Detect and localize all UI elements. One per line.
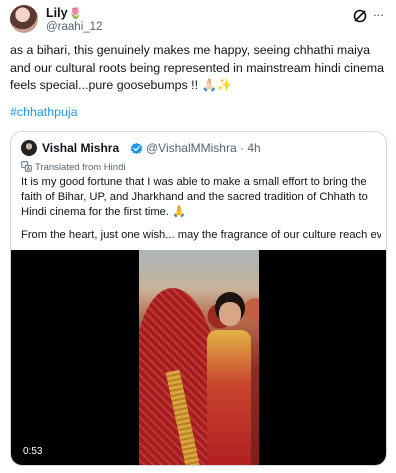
quoted-post[interactable]: Vishal Mishra @VishalMMishra · 4h Transl…: [10, 131, 387, 466]
quoted-post-header: Vishal Mishra @VishalMMishra · 4h: [21, 140, 376, 158]
post-header: Lily🌷 @raahi_12 ···: [10, 4, 386, 36]
grok-icon[interactable]: [352, 8, 368, 24]
hashtag-link[interactable]: #chhathpuja: [10, 105, 78, 119]
tulip-emoji: 🌷: [68, 8, 83, 20]
video-frame: [139, 250, 259, 465]
quoted-post-text-continued: From the heart, just one wish... may the…: [21, 229, 381, 241]
quoted-post-text: It is my good fortune that I was able to…: [21, 176, 368, 219]
translated-label: Translated from Hindi: [21, 161, 125, 173]
more-icon[interactable]: ···: [370, 6, 386, 22]
quoted-author-meta: @VishalMMishra · 4h: [146, 141, 261, 155]
video-timestamp: 0:53: [19, 445, 47, 458]
author-avatar[interactable]: [10, 5, 38, 33]
translated-text: Translated from Hindi: [35, 162, 126, 173]
verified-badge-icon: [130, 142, 143, 155]
translate-icon: [21, 161, 32, 172]
quoted-author-avatar[interactable]: [21, 140, 37, 156]
quoted-author-name[interactable]: Vishal Mishra: [42, 141, 119, 155]
post-text: as a bihari, this genuinely makes me hap…: [10, 43, 384, 92]
author-name-row[interactable]: Lily🌷: [46, 6, 82, 20]
video-player[interactable]: 0:53: [11, 250, 386, 465]
author-handle[interactable]: @raahi_12: [46, 21, 102, 33]
author-name[interactable]: Lily: [46, 6, 68, 20]
child-figure: [207, 330, 251, 465]
